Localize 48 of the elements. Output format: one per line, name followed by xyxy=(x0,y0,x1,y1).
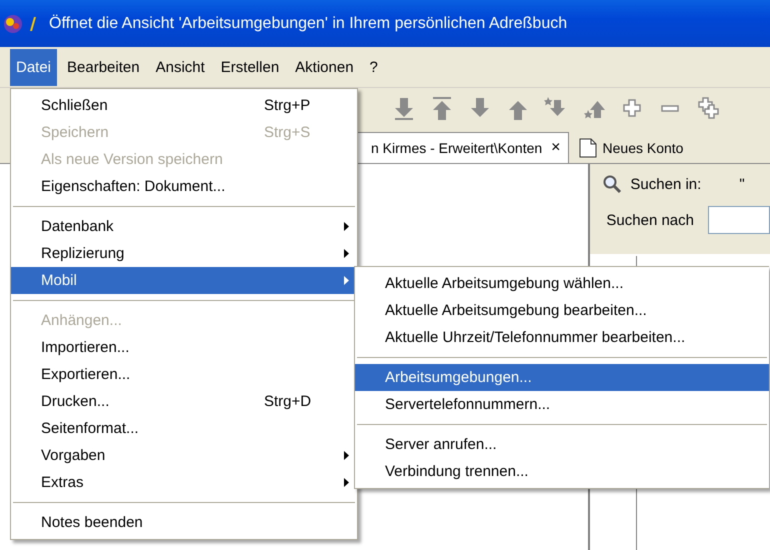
tab[interactable]: n Kirmes - Erweitert\Konten xyxy=(371,140,542,156)
shortcut-label: Strg+S xyxy=(264,124,312,141)
submenu-arrow-icon xyxy=(344,249,349,258)
submenu-arrow-icon xyxy=(344,276,349,285)
menu-item[interactable]: Seitenformat... xyxy=(11,415,357,442)
menu-item[interactable]: Servertelefonnummern... xyxy=(355,391,769,418)
up-arrow-bar-icon[interactable] xyxy=(430,96,454,122)
menu-bar-item[interactable]: Bearbeiten xyxy=(61,48,146,86)
menu-bar-item[interactable]: Ansicht xyxy=(150,48,211,86)
new-tab-label[interactable]: Neues Konto xyxy=(602,140,684,156)
submenu-arrow-icon xyxy=(344,451,349,460)
double-plus-icon[interactable] xyxy=(696,96,720,122)
search-query-label: Suchen nach xyxy=(606,212,694,228)
menu-item[interactable]: Extras xyxy=(11,469,357,496)
app-icon xyxy=(3,14,23,34)
menu-item[interactable]: Vorgaben xyxy=(11,442,357,469)
menu-bar-item[interactable]: Aktionen xyxy=(289,48,360,86)
menu-item[interactable]: Aktuelle Arbeitsumgebung wählen... xyxy=(355,270,769,297)
menu-item[interactable]: Server anrufen... xyxy=(355,431,769,458)
menu-item[interactable]: Eigenschaften: Dokument... xyxy=(11,173,357,200)
menu-item[interactable]: Aktuelle Arbeitsumgebung bearbeiten... xyxy=(355,297,769,324)
search-icon xyxy=(602,174,622,194)
menu-bar-item[interactable]: ? xyxy=(364,48,384,86)
menu-item[interactable]: Replizierung xyxy=(11,240,357,267)
menu-item[interactable]: Schließen Strg+P xyxy=(11,92,357,119)
window-title: Öffnet die Ansicht 'Arbeitsumgebungen' in Ihrem persönlichen Adreßbuch xyxy=(49,14,568,32)
submenu-arrow-icon xyxy=(344,478,349,487)
submenu-arrow-icon xyxy=(344,222,349,231)
menu-bar-item[interactable]: Erstellen xyxy=(214,48,286,86)
menu-item[interactable]: Datenbank xyxy=(11,213,357,240)
down-arrow-bar-icon[interactable] xyxy=(392,96,416,122)
search-scope-value: " xyxy=(739,176,745,192)
window-icon xyxy=(29,16,37,32)
menu-item[interactable]: Arbeitsumgebungen... xyxy=(355,364,769,391)
shortcut-label: Strg+D xyxy=(264,393,312,410)
document-icon xyxy=(578,138,597,158)
tab-close-button[interactable]: × xyxy=(548,139,564,157)
menu-item[interactable]: Verbindung trennen... xyxy=(355,458,769,485)
menu-item[interactable]: Importieren... xyxy=(11,334,357,361)
menu-bar-item[interactable]: Datei xyxy=(10,48,58,86)
search-scope-label: Suchen in: xyxy=(630,176,702,192)
search-field[interactable] xyxy=(708,206,770,234)
menu-item[interactable]: Notes beenden xyxy=(11,509,357,536)
menu-item[interactable]: Exportieren... xyxy=(11,361,357,388)
shortcut-label: Strg+P xyxy=(264,97,312,114)
menu-item[interactable]: Mobil xyxy=(11,267,357,294)
menu-item[interactable]: Aktuelle Uhrzeit/Telefonnummer bearbeiten... xyxy=(355,324,769,351)
menu-item[interactable]: Drucken... Strg+D xyxy=(11,388,357,415)
